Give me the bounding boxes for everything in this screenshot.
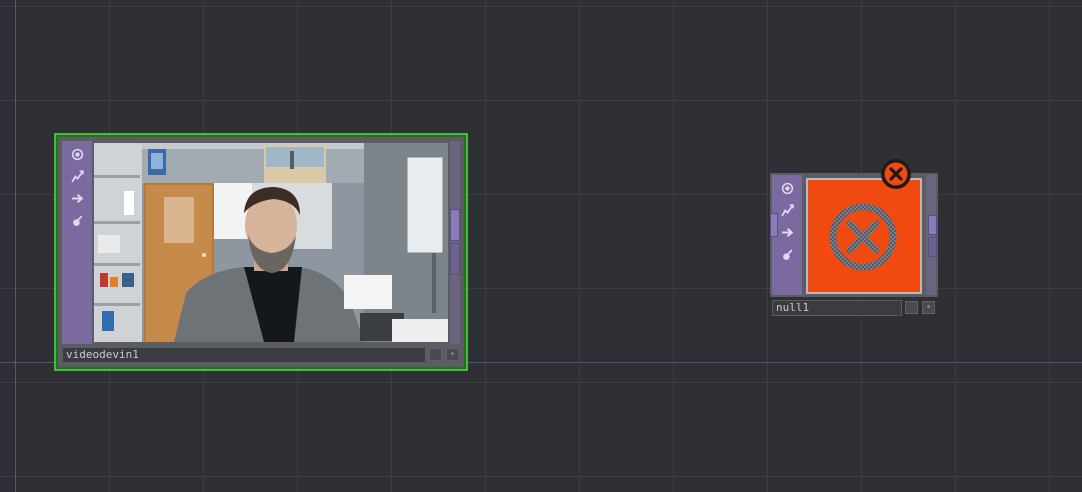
display-toggle-icon[interactable]: ✦ [446, 348, 459, 361]
cook-icon[interactable] [778, 201, 796, 219]
viewer-icon[interactable] [778, 179, 796, 197]
node-name-field[interactable]: null1 [772, 300, 902, 316]
export-icon[interactable] [778, 223, 796, 241]
error-x-circle-icon[interactable] [880, 158, 912, 190]
invalid-preview-icon [829, 203, 897, 271]
op-button-strip [62, 141, 92, 344]
cook-icon[interactable] [68, 167, 86, 185]
display-toggle-icon[interactable]: ✦ [922, 301, 935, 314]
export-icon[interactable] [68, 189, 86, 207]
video-preview [94, 143, 448, 342]
output-connector-2[interactable] [928, 237, 937, 257]
bypass-toggle[interactable] [905, 301, 918, 314]
lock-icon[interactable] [68, 211, 86, 229]
output-connector[interactable] [450, 209, 460, 241]
node-name-field[interactable]: videodevin1 [62, 347, 426, 363]
grid-origin-vertical [15, 0, 16, 492]
output-strip [926, 175, 936, 295]
output-connector[interactable] [928, 215, 937, 235]
node-videodevin1[interactable]: videodevin1 ✦ [54, 133, 468, 371]
node-null1[interactable]: null1 ✦ [770, 159, 938, 317]
lock-icon[interactable] [778, 245, 796, 263]
null-preview [806, 178, 922, 294]
network-editor-canvas[interactable]: videodevin1 ✦ null1 ✦ [0, 0, 1082, 492]
output-connector-2[interactable] [450, 243, 460, 275]
input-connector[interactable] [770, 213, 778, 237]
viewer-icon[interactable] [68, 145, 86, 163]
webcam-frame-image [94, 143, 448, 342]
bypass-toggle[interactable] [429, 348, 442, 361]
